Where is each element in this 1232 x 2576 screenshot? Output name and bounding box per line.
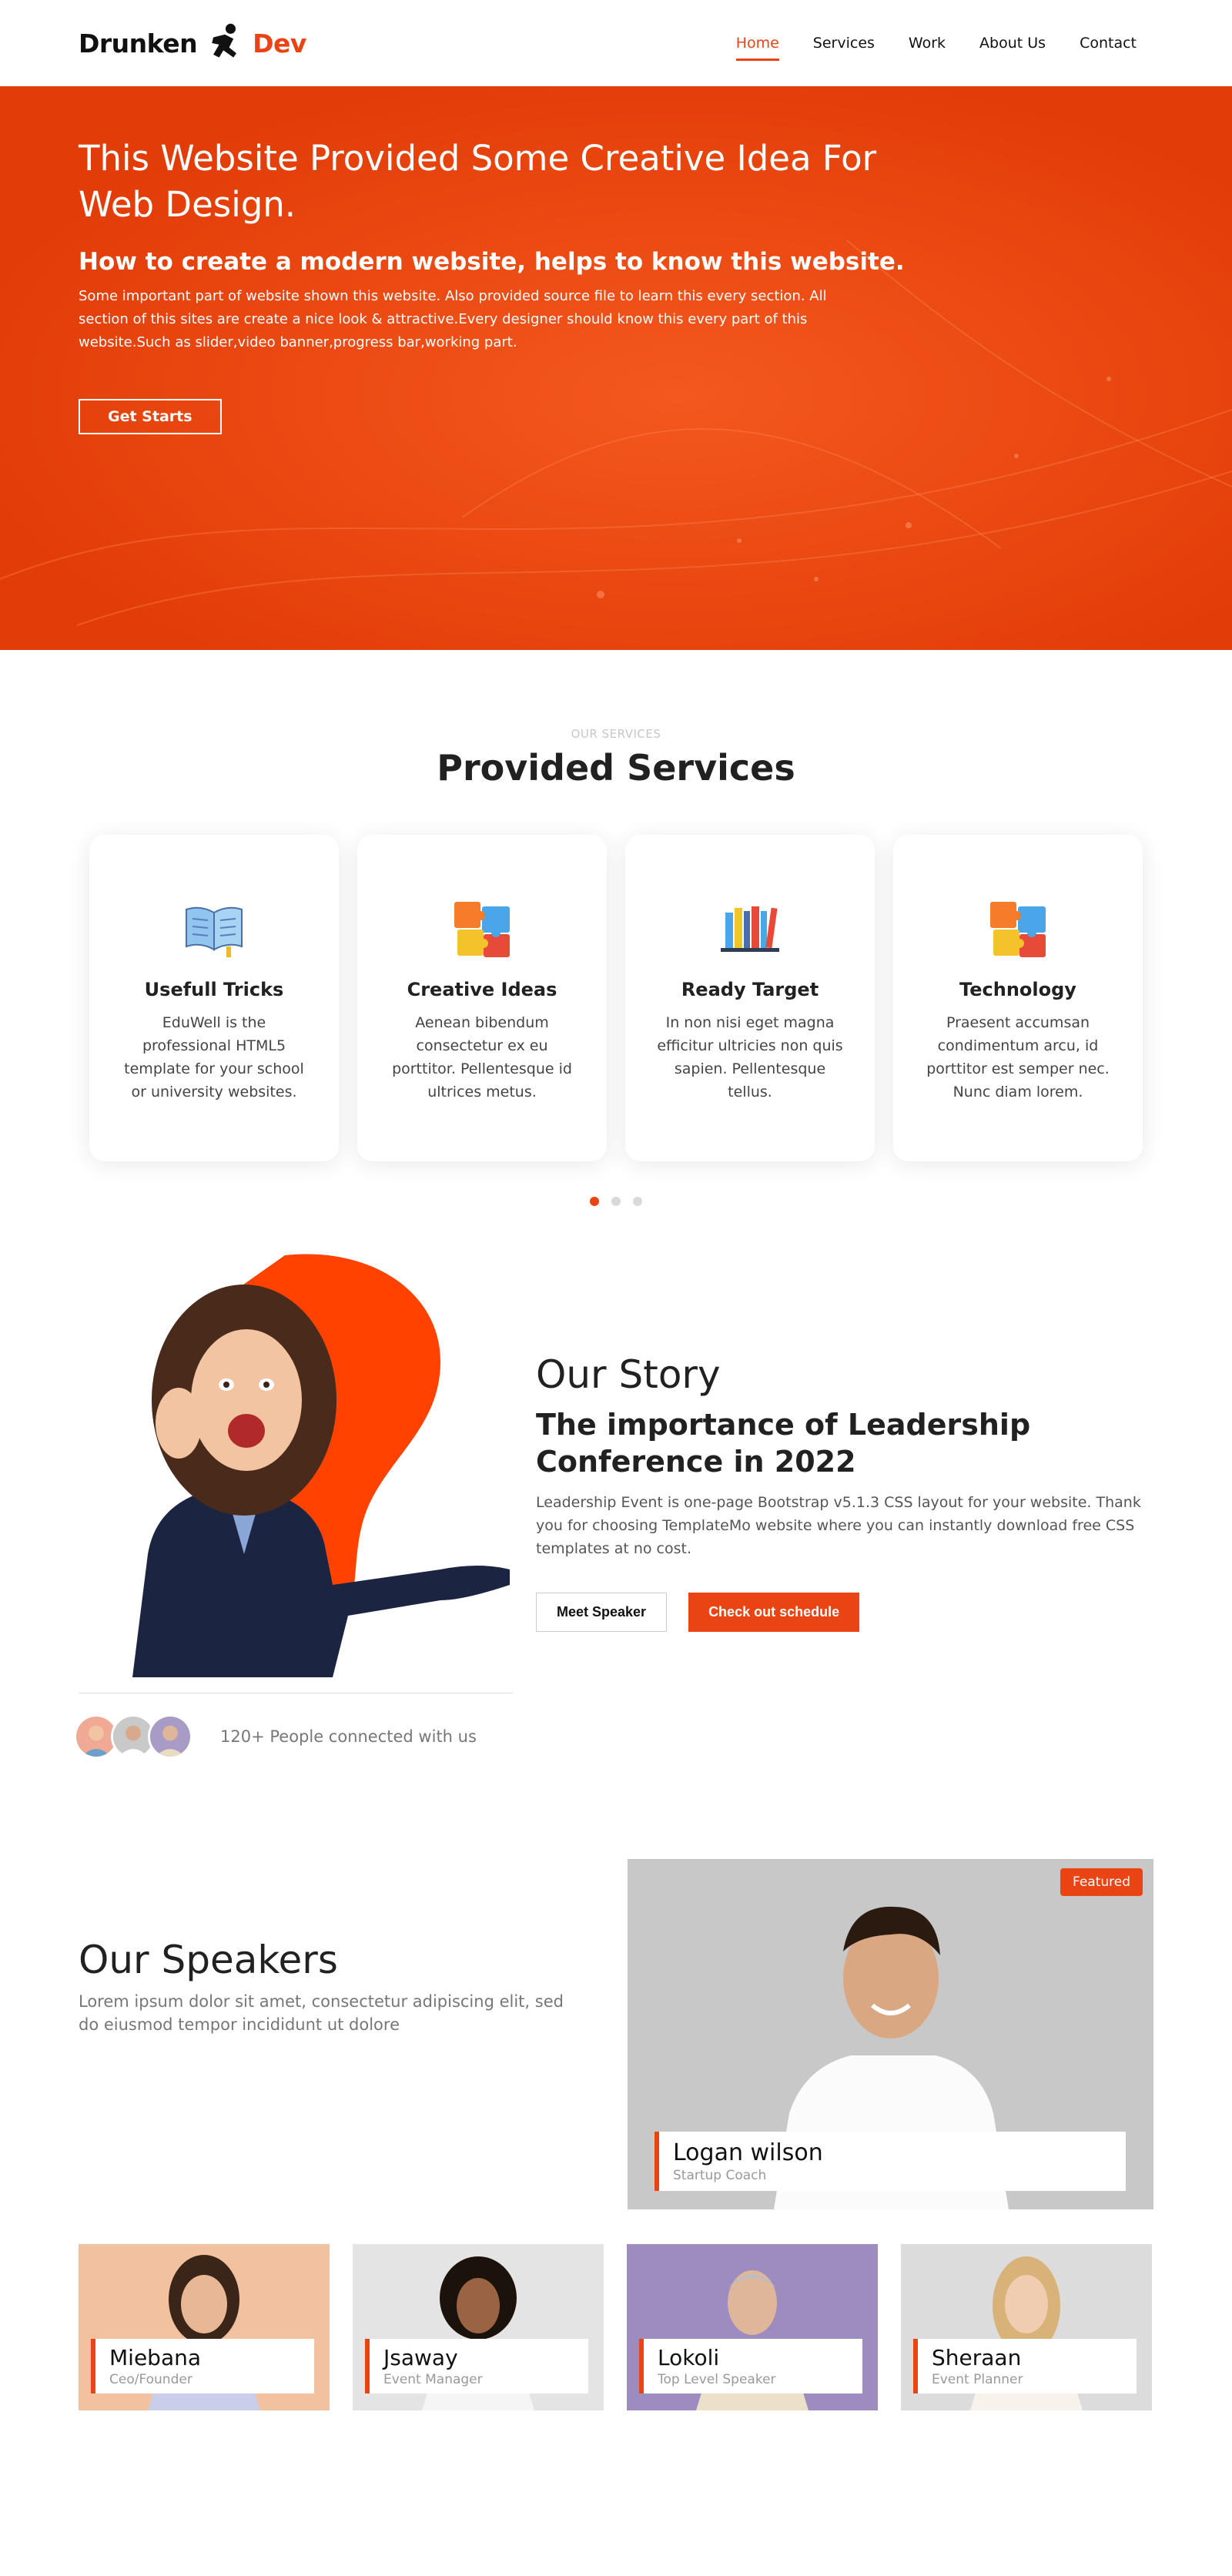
connected-people: 120+ People connected with us	[74, 1714, 477, 1759]
get-started-button[interactable]: Get Starts	[79, 399, 222, 434]
services-title: Provided Services	[437, 747, 795, 789]
carousel-dot[interactable]	[590, 1197, 599, 1206]
connected-count: 120+ People connected with us	[220, 1727, 477, 1746]
carousel-dot[interactable]	[611, 1197, 621, 1206]
speaker-card[interactable]: Jsaway Event Manager	[353, 2244, 604, 2410]
speaker-name: Lokoli	[658, 2345, 720, 2370]
speakers-grid: Miebana Ceo/Founder Jsaway Event Manager	[79, 2244, 1152, 2410]
avatar-stack	[74, 1714, 192, 1759]
story-text: Our Story The importance of Leadership C…	[536, 1352, 1152, 1632]
surprised-woman-image	[132, 1254, 510, 1677]
speaker-card[interactable]: Sheraan Event Planner	[901, 2244, 1152, 2410]
speakers-heading: Our Speakers	[79, 1938, 338, 1982]
service-card[interactable]: Ready Target In non nisi eget magna effi…	[625, 835, 875, 1161]
speaker-role: Ceo/Founder	[109, 2372, 192, 2387]
speaker-name-card: Sheraan Event Planner	[913, 2339, 1137, 2393]
puzzle-icon	[990, 902, 1046, 957]
meet-speaker-button[interactable]: Meet Speaker	[536, 1593, 668, 1632]
story-buttons: Meet Speaker Check out schedule	[536, 1593, 1152, 1632]
services-eyebrow: OUR SERVICES	[571, 727, 661, 741]
story-heading: Our Story	[536, 1352, 721, 1397]
featured-speaker-card[interactable]: Featured Logan wilson Startup Coach	[628, 1859, 1153, 2209]
speakers-intro: Our Speakers Lorem ipsum dolor sit amet,…	[79, 1938, 587, 2036]
service-card-title: Creative Ideas	[407, 979, 557, 1000]
speaker-name-card: Lokoli Top Level Speaker	[639, 2339, 862, 2393]
speaker-role: Event Manager	[383, 2372, 483, 2387]
speaker-card[interactable]: Miebana Ceo/Founder	[79, 2244, 330, 2410]
brand-word-1: Drunken	[79, 28, 198, 59]
speaker-name-card: Miebana Ceo/Founder	[91, 2339, 314, 2393]
hero-body: Some important part of website shown thi…	[79, 288, 827, 350]
books-icon	[721, 906, 779, 952]
service-card-text: EduWell is the professional HTML5 templa…	[124, 1014, 304, 1100]
runner-icon	[212, 23, 237, 58]
nav-about-us[interactable]: About Us	[962, 25, 1063, 61]
service-card-text: Praesent accumsan condimentum arcu, id p…	[926, 1014, 1110, 1100]
speaker-role: Event Planner	[932, 2372, 1023, 2387]
service-card[interactable]: Usefull Tricks EduWell is the profession…	[89, 835, 339, 1161]
brand-logo[interactable]: Drunken Dev	[79, 22, 306, 65]
book-icon	[186, 906, 243, 957]
avatar	[148, 1714, 192, 1759]
service-card-title: Usefull Tricks	[144, 979, 284, 1000]
hero-banner: This Website Provided Some Creative Idea…	[0, 86, 1232, 650]
speaker-name: Jsaway	[383, 2345, 458, 2370]
speaker-role: Top Level Speaker	[658, 2372, 776, 2387]
carousel-dots	[79, 1197, 1153, 1206]
speakers-body: Lorem ipsum dolor sit amet, consectetur …	[79, 1992, 564, 2034]
speaker-name-card: Jsaway Event Manager	[365, 2339, 588, 2393]
speaker-card[interactable]: Lokoli Top Level Speaker	[627, 2244, 878, 2410]
nav-work[interactable]: Work	[892, 25, 962, 61]
service-card-title: Ready Target	[681, 979, 819, 1000]
main-menu: Home Services Work About Us Contact	[719, 25, 1153, 61]
navbar: Drunken Dev Home Services Work About Us …	[0, 0, 1232, 86]
service-card-text: Aenean bibendum consectetur ex eu portti…	[392, 1014, 572, 1100]
services-section: OUR SERVICES Provided Services Usefull T…	[0, 650, 1232, 1237]
nav-services[interactable]: Services	[796, 25, 892, 61]
speaker-name: Sheraan	[932, 2345, 1022, 2370]
speaker-name-card: Logan wilson Startup Coach	[654, 2132, 1126, 2191]
puzzle-icon	[454, 902, 510, 957]
nav-home[interactable]: Home	[719, 25, 796, 61]
nav-contact[interactable]: Contact	[1063, 25, 1153, 61]
story-body: Leadership Event is one-page Bootstrap v…	[536, 1494, 1141, 1557]
story-title: The importance of Leadership Conference …	[536, 1408, 1031, 1479]
brand-word-2: Dev	[253, 28, 306, 59]
featured-badge: Featured	[1060, 1868, 1143, 1896]
speakers-section: Our Speakers Lorem ipsum dolor sit amet,…	[0, 1822, 1232, 2477]
hero-content: This Website Provided Some Creative Idea…	[79, 136, 926, 434]
service-card-title: Technology	[959, 979, 1076, 1000]
hero-title: This Website Provided Some Creative Idea…	[79, 138, 877, 225]
speaker-role: Startup Coach	[673, 2168, 767, 2183]
story-section: Our Story The importance of Leadership C…	[0, 1237, 1232, 1822]
service-card[interactable]: Creative Ideas Aenean bibendum consectet…	[357, 835, 607, 1161]
speaker-name: Miebana	[109, 2345, 201, 2370]
check-schedule-button[interactable]: Check out schedule	[688, 1593, 860, 1632]
carousel-dot[interactable]	[633, 1197, 642, 1206]
service-card[interactable]: Technology Praesent accumsan condimentum…	[893, 835, 1143, 1161]
speaker-name: Logan wilson	[673, 2139, 823, 2166]
services-carousel: Usefull Tricks EduWell is the profession…	[79, 835, 1153, 1161]
hero-subtitle: How to create a modern website, helps to…	[79, 248, 905, 276]
service-card-text: In non nisi eget magna efficitur ultrici…	[657, 1014, 843, 1100]
